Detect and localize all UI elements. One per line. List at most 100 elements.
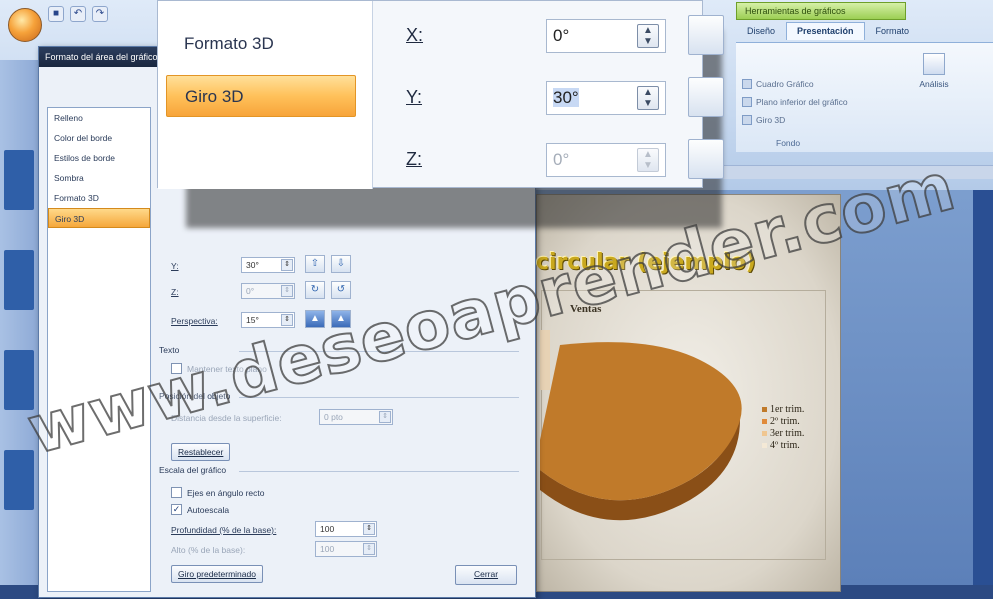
spinner-arrows-icon[interactable]: ⇕ (281, 314, 293, 326)
vertical-scrollbar[interactable] (973, 190, 993, 599)
z-rotation-label: Z: (171, 287, 179, 297)
undo-icon[interactable]: ↶ (70, 6, 86, 22)
tab-formato[interactable]: Formato (865, 22, 921, 40)
slide-thumbnail[interactable] (4, 450, 34, 510)
keep-text-flat-checkbox[interactable]: Mantener texto plano (171, 363, 267, 374)
zoom-nav: Formato 3D Giro 3D (158, 1, 373, 189)
perspective-label: Perspectiva: (171, 316, 218, 326)
checkbox-box (171, 363, 182, 374)
zoom-x-label: X: (406, 25, 424, 45)
checkmark-icon: ✓ (171, 504, 182, 515)
spinner-arrows-icon[interactable]: ⇕ (281, 285, 293, 297)
reset-button-label: Restablecer (178, 447, 224, 457)
rotate-clockwise-icon[interactable] (688, 139, 724, 179)
zoom-callout: Formato 3D Giro 3D X: 0° ▲ ▼ Y: 30° ▲ ▼ Z: 0… (157, 0, 724, 189)
right-angle-axes-label: Ejes en ángulo recto (187, 487, 265, 498)
legend-label: 4º trim. (770, 439, 800, 451)
spinner-arrows-icon[interactable]: ▲ ▼ (637, 24, 659, 48)
context-tabs: Diseño Presentación Formato (736, 22, 920, 40)
rotate-left-icon[interactable] (688, 15, 724, 55)
widen-perspective-icon[interactable]: ▲ (331, 310, 351, 328)
narrow-perspective-icon[interactable]: ▲ (305, 310, 325, 328)
distance-spinner[interactable]: 0 pto ⇕ (319, 409, 393, 425)
spinner-arrows-icon[interactable]: ▲ ▼ (637, 148, 659, 172)
zoom-z-value: 0° (553, 150, 570, 169)
zoom-y-label: Y: (406, 87, 423, 107)
analysis-button[interactable]: Análisis (914, 53, 954, 108)
spinner-arrows-icon[interactable]: ⇕ (363, 523, 375, 535)
reset-button[interactable]: Restablecer (171, 443, 231, 461)
y-rotation-label: Y: (171, 261, 179, 271)
perspective-spinner[interactable]: 15° ⇕ (241, 312, 295, 328)
chart-wall-button[interactable]: Cuadro Gráfico (742, 79, 814, 89)
legend-swatch (762, 406, 767, 412)
chart-legend: 1er trim. 2º trim. 3er trim. 4º trim. (762, 403, 804, 451)
tab-presentacion[interactable]: Presentación (786, 22, 865, 40)
autoscale-checkbox[interactable]: ✓ Autoescala (171, 504, 229, 515)
rotate-down-icon[interactable]: ⇩ (331, 255, 351, 273)
chart-scale-section: Escala del gráfico (159, 465, 519, 475)
legend-row: 3er trim. (762, 427, 804, 439)
office-button[interactable] (8, 8, 42, 42)
legend-swatch (762, 442, 767, 448)
pie-chart[interactable] (540, 330, 760, 560)
nav-estilos-de-borde[interactable]: Estilos de borde (48, 148, 150, 168)
z-rotation-spinner[interactable]: 0° ⇕ (241, 283, 295, 299)
3d-rotation-button[interactable]: Giro 3D (742, 115, 785, 125)
default-rotation-button[interactable]: Giro predeterminado (171, 565, 263, 583)
save-icon[interactable]: ■ (48, 6, 64, 22)
zoom-x-spinner[interactable]: 0° ▲ ▼ (546, 19, 666, 53)
close-button[interactable]: Cerrar (455, 565, 517, 585)
spinner-arrows-icon[interactable]: ⇕ (281, 259, 293, 271)
object-position-section: Posición del objeto (159, 391, 519, 401)
zoom-y-spinner[interactable]: 30° ▲ ▼ (546, 81, 666, 115)
rotate-up-icon[interactable]: ⇧ (305, 255, 325, 273)
slide-thumbnail[interactable] (4, 350, 34, 410)
spinner-arrows-icon[interactable]: ⇕ (379, 411, 391, 423)
nav-color-del-borde[interactable]: Color del borde (48, 128, 150, 148)
distance-value: 0 pto (324, 412, 343, 422)
depth-spinner[interactable]: 100 ⇕ (315, 521, 377, 537)
zoom-x-value: 0° (553, 26, 570, 45)
rotate-counterclockwise-icon[interactable]: ↺ (331, 281, 351, 299)
right-angle-axes-checkbox[interactable]: Ejes en ángulo recto (171, 487, 265, 498)
depth-label: Profundidad (% de la base): (171, 525, 277, 535)
y-rotation-spinner[interactable]: 30° ⇕ (241, 257, 295, 273)
context-tab-title: Herramientas de gráficos (736, 2, 906, 20)
zoom-nav-formato-3d[interactable]: Formato 3D (166, 23, 356, 65)
legend-swatch (762, 430, 767, 436)
zoom-nav-giro-3d[interactable]: Giro 3D (166, 75, 356, 117)
chart-wall-label: Cuadro Gráfico (756, 79, 814, 89)
pie-slice-small[interactable] (540, 330, 550, 390)
default-rotation-button-label: Giro predeterminado (178, 569, 256, 579)
slide-thumbnail[interactable] (4, 150, 34, 210)
legend-swatch (762, 418, 767, 424)
chart-wall-icon (742, 79, 752, 89)
depth-value: 100 (320, 524, 335, 534)
redo-icon[interactable]: ↷ (92, 6, 108, 22)
legend-row: 4º trim. (762, 439, 804, 451)
nav-sombra[interactable]: Sombra (48, 168, 150, 188)
dialog-nav-list: Relleno Color del borde Estilos de borde… (47, 107, 151, 592)
nav-giro-3d[interactable]: Giro 3D (48, 208, 150, 228)
text-section: Texto (159, 345, 519, 355)
ruler-strip (690, 165, 993, 179)
chart-title[interactable]: circular (ejemplo) (536, 250, 786, 275)
nav-formato-3d[interactable]: Formato 3D (48, 188, 150, 208)
chart-floor-button[interactable]: Plano inferior del gráfico (742, 97, 848, 107)
rotate-clockwise-icon[interactable]: ↻ (305, 281, 325, 299)
close-button-label: Cerrar (473, 569, 499, 579)
y-rotation-value: 30° (246, 260, 259, 270)
3d-rotation-icon (742, 115, 752, 125)
height-spinner[interactable]: 100 ⇕ (315, 541, 377, 557)
spinner-arrows-icon[interactable]: ▲ ▼ (637, 86, 659, 110)
perspective-value: 15° (246, 315, 259, 325)
nav-relleno[interactable]: Relleno (48, 108, 150, 128)
zoom-z-spinner[interactable]: 0° ▲ ▼ (546, 143, 666, 177)
slide-thumbnail[interactable] (4, 250, 34, 310)
keep-text-flat-label: Mantener texto plano (187, 363, 267, 374)
spinner-arrows-icon[interactable]: ⇕ (363, 543, 375, 555)
tab-diseno[interactable]: Diseño (736, 22, 786, 40)
fondo-group-label: Fondo (776, 138, 801, 148)
rotate-up-icon[interactable] (688, 77, 724, 117)
